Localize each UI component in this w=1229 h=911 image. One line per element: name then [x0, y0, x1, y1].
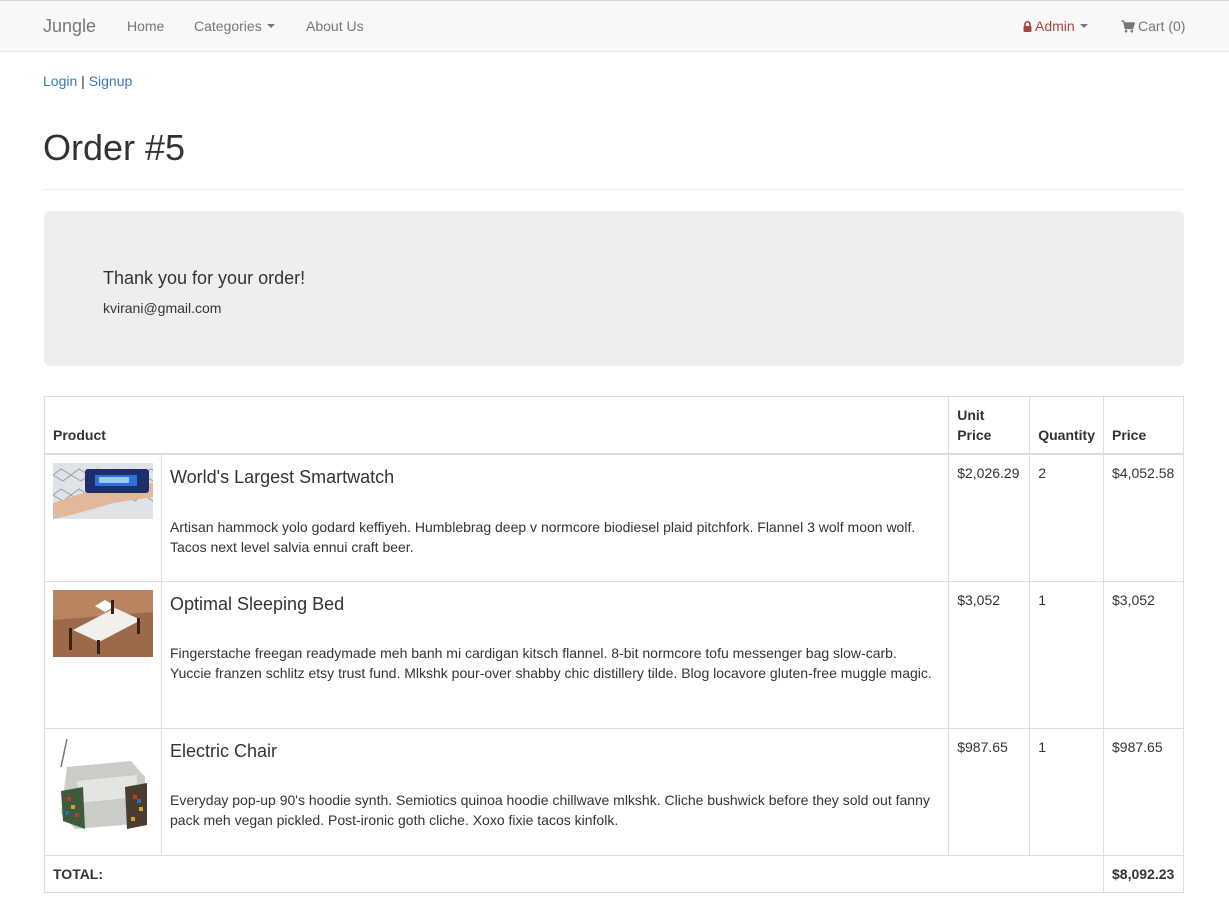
table-row: Optimal Sleeping Bed Fingerstache freega…	[44, 580, 1184, 729]
auth-separator: |	[81, 73, 85, 89]
nav-admin-label: Admin	[1035, 18, 1075, 34]
order-items-table: Product Unit Price Quantity Price World'…	[43, 396, 1184, 893]
confirmation-email: kvirani@gmail.com	[103, 300, 222, 316]
total-value: $8,092.23	[1103, 854, 1184, 893]
product-image-bed	[53, 589, 153, 657]
product-name[interactable]: Electric Chair	[170, 741, 940, 762]
quantity-cell: 1	[1029, 727, 1104, 856]
signup-link[interactable]: Signup	[89, 73, 133, 89]
table-footer: TOTAL: $8,092.23	[44, 854, 1184, 893]
caret-down-icon	[1079, 24, 1088, 29]
product-image-cell	[44, 453, 162, 582]
caret-down-icon	[266, 24, 275, 29]
line-price-cell: $4,052.58	[1103, 453, 1184, 582]
lock-icon	[1023, 21, 1032, 32]
total-label: TOTAL:	[44, 854, 1104, 893]
nav-home-link[interactable]: Home	[127, 18, 164, 34]
top-navbar: Jungle Home Categories About Us Admin Ca…	[0, 0, 1229, 52]
product-image-cell	[44, 580, 162, 729]
table-row: World's Largest Smartwatch Artisan hammo…	[44, 453, 1184, 582]
unit-price-cell: $2,026.29	[948, 453, 1031, 582]
nav-categories-dropdown[interactable]: Categories	[194, 18, 275, 34]
product-name[interactable]: Optimal Sleeping Bed	[170, 594, 940, 615]
title-divider	[43, 189, 1184, 190]
table-header-row: Product Unit Price Quantity Price	[43, 396, 1184, 456]
nav-cart-label: Cart (0)	[1138, 18, 1186, 34]
product-description: Everyday pop-up 90's hoodie synth. Semio…	[170, 792, 930, 829]
auth-links: Login | Signup	[43, 73, 132, 89]
product-details-cell: Optimal Sleeping Bed Fingerstache freega…	[160, 580, 950, 729]
page-title: Order #5	[43, 127, 186, 168]
product-details-cell: Electric Chair Everyday pop-up 90's hood…	[160, 727, 950, 856]
brand-logo-link[interactable]: Jungle	[43, 16, 96, 37]
product-image-cell	[44, 727, 162, 856]
table-body: World's Largest Smartwatch Artisan hammo…	[44, 453, 1184, 856]
confirmation-heading: Thank you for your order!	[103, 268, 306, 288]
nav-cart-link[interactable]: Cart (0)	[1121, 18, 1185, 34]
quantity-cell: 2	[1029, 453, 1104, 582]
shopping-cart-icon	[1121, 20, 1135, 33]
product-image-smartwatch	[53, 463, 153, 520]
header-product: Product	[43, 396, 950, 456]
product-description: Artisan hammock yolo godard keffiyeh. Hu…	[170, 518, 916, 555]
table-row: Electric Chair Everyday pop-up 90's hood…	[44, 727, 1184, 856]
nav-about-link[interactable]: About Us	[306, 18, 364, 34]
order-confirmation-panel: Thank you for your order! kvirani@gmail.…	[44, 211, 1184, 366]
product-details-cell: World's Largest Smartwatch Artisan hammo…	[160, 453, 950, 582]
nav-categories-label: Categories	[194, 18, 262, 34]
product-image-electric-chair	[53, 736, 153, 837]
header-quantity: Quantity	[1029, 396, 1104, 456]
product-name[interactable]: World's Largest Smartwatch	[170, 467, 940, 488]
line-price-cell: $987.65	[1103, 727, 1184, 856]
table-header: Product Unit Price Quantity Price	[43, 396, 1184, 456]
header-price: Price	[1103, 396, 1184, 456]
total-row: TOTAL: $8,092.23	[44, 854, 1184, 893]
login-link[interactable]: Login	[43, 73, 77, 89]
nav-admin-dropdown[interactable]: Admin	[1023, 18, 1088, 34]
quantity-cell: 1	[1029, 580, 1104, 729]
line-price-cell: $3,052	[1103, 580, 1184, 729]
product-description: Fingerstache freegan readymade meh banh …	[170, 645, 932, 682]
header-unit-price: Unit Price	[948, 396, 1031, 456]
unit-price-cell: $3,052	[948, 580, 1031, 729]
unit-price-cell: $987.65	[948, 727, 1031, 856]
